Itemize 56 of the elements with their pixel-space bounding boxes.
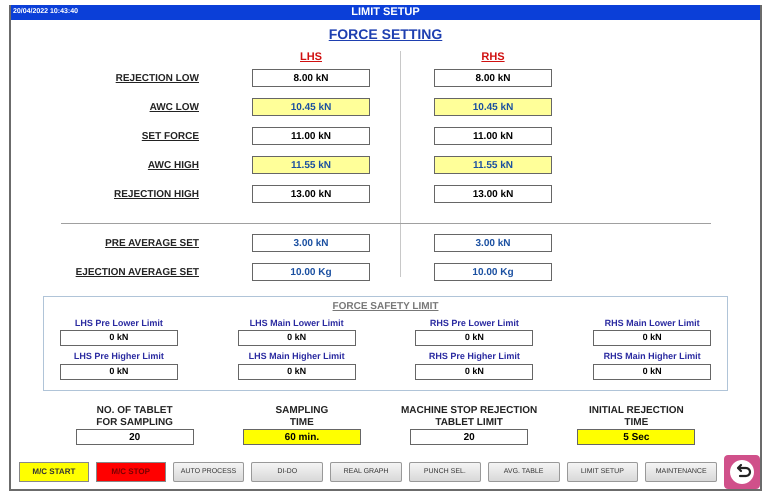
back-button[interactable] — [724, 455, 760, 489]
value-field: 11.00 kN — [252, 127, 370, 145]
value-field: 0 kN — [238, 364, 356, 380]
field-label: TIME — [290, 417, 314, 429]
field-label: REJECTION HIGH — [114, 188, 199, 202]
field-label: RHS Main Higher Limit — [604, 350, 701, 364]
column-header: LHS — [300, 50, 322, 64]
value-field: 60 min. — [242, 429, 361, 445]
value-field: 13.00 kN — [434, 185, 552, 203]
field-label: AWC LOW — [150, 100, 199, 114]
column-header: RHS — [481, 50, 505, 64]
field-label: REJECTION LOW — [116, 72, 199, 86]
field-label: AWC HIGH — [148, 158, 199, 172]
value-field: 11.55 kN — [434, 156, 552, 174]
start-button[interactable]: M/C START — [19, 462, 89, 482]
field-label: LHS Pre Lower Limit — [74, 316, 163, 330]
value-field: 11.55 kN — [252, 156, 370, 174]
field-label: RHS Pre Higher Limit — [428, 350, 520, 364]
value-field: 8.00 kN — [252, 69, 370, 87]
field-label: LHS Main Higher Limit — [248, 350, 345, 364]
value-field: 8.00 kN — [434, 69, 552, 87]
section-title: FORCE SETTING — [328, 25, 442, 44]
value-field: 20 — [410, 429, 528, 445]
value-field: 10.00 Kg — [252, 263, 370, 281]
value-field: 11.00 kN — [434, 127, 552, 145]
value-field: 13.00 kN — [252, 185, 370, 203]
value-field: 10.45 kN — [252, 98, 370, 116]
value-field: 0 kN — [593, 330, 712, 346]
value-field: 10.45 kN — [434, 98, 552, 116]
value-field: 5 Sec — [577, 429, 696, 445]
field-label: SET FORCE — [142, 130, 199, 144]
panel-title: FORCE SAFETY LIMIT — [332, 300, 438, 314]
value-field: 0 kN — [593, 364, 712, 380]
field-label: RHS Pre Lower Limit — [430, 316, 519, 330]
value-field: 3.00 kN — [252, 234, 370, 252]
value-field: 0 kN — [60, 330, 178, 346]
value-field: 0 kN — [238, 330, 356, 346]
field-label: TABLET LIMIT — [435, 417, 503, 429]
field-label: EJECTION AVERAGE SET — [76, 266, 199, 280]
value-field: 0 kN — [415, 330, 534, 346]
field-label: PRE AVERAGE SET — [105, 236, 199, 250]
value-field: 0 kN — [60, 364, 178, 380]
value-field: 0 kN — [415, 364, 534, 380]
field-label: LHS Main Lower Limit — [250, 316, 344, 330]
value-field: 10.00 Kg — [434, 263, 552, 281]
field-label: SAMPLING — [275, 405, 328, 417]
field-label: FOR SAMPLING — [96, 417, 173, 429]
value-field: 3.00 kN — [434, 234, 552, 252]
field-label: NO. OF TABLET — [96, 405, 173, 417]
field-label: INITIAL REJECTION — [588, 405, 684, 417]
field-label: TIME — [624, 417, 648, 429]
window-title: LIMIT SETUP — [351, 5, 420, 20]
field-label: MACHINE STOP REJECTION — [400, 405, 538, 417]
field-label: RHS Main Lower Limit — [604, 316, 700, 330]
field-label: LHS Pre Higher Limit — [74, 350, 164, 364]
value-field: 20 — [76, 429, 194, 445]
